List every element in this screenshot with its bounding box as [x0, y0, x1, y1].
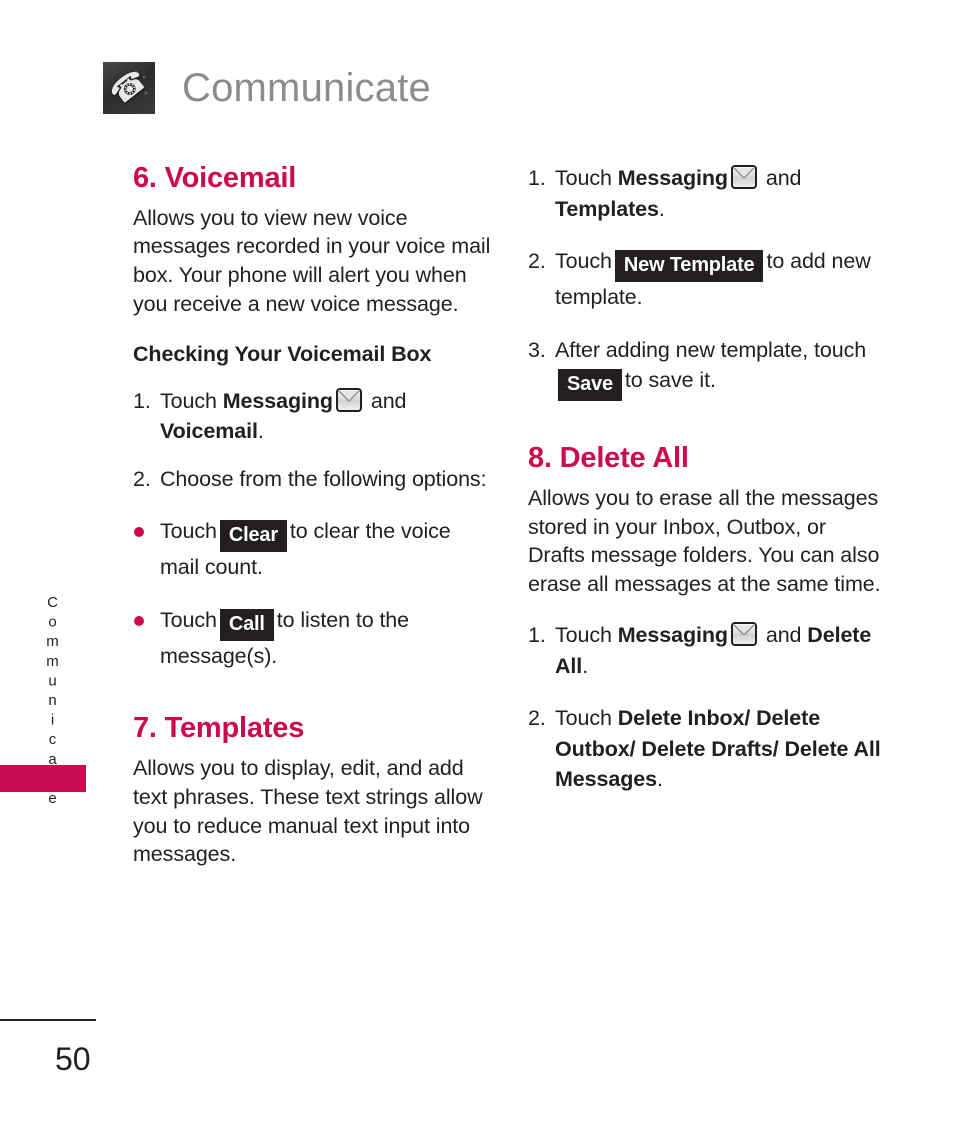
bullet-text-pre: Touch — [160, 519, 217, 544]
list-marker: 2. — [528, 706, 546, 731]
new-template-button[interactable]: New Template — [614, 250, 764, 283]
step-text-mid: and — [364, 388, 407, 413]
list-item: 2. Touch Delete Inbox/ Delete Outbox/ De… — [528, 703, 888, 795]
section-heading-templates: 7. Templates — [133, 712, 305, 745]
list-marker: 2. — [528, 249, 546, 274]
list-item-content: Touch Clear to clear the voice mail count. — [160, 516, 493, 583]
list-item-content: Touch Call to listen to the message(s). — [160, 605, 493, 672]
page-header: ☎ Communicate — [103, 62, 431, 114]
list-item: 1. Touch Messaging and Delete All. — [528, 620, 888, 681]
list-item-content: After adding new template, touch Save to s… — [555, 335, 888, 402]
list-item-content: Choose from the following options: — [160, 466, 487, 491]
envelope-icon — [730, 165, 757, 189]
phone-handset-icon: ☎ — [103, 62, 155, 114]
delete-all-intro-paragraph: Allows you to erase all the messages sto… — [528, 485, 881, 596]
step-text-mid: and — [759, 623, 808, 648]
section-heading-delete-all: 8. Delete All — [528, 442, 689, 475]
right-column: 1. Touch Messaging and Templates. 2. Tou… — [528, 163, 888, 795]
page-title: Communicate — [182, 66, 431, 110]
section-heading-voicemail: 6. Voicemail — [133, 162, 297, 194]
bullet-dot-icon — [134, 527, 144, 538]
step-text-pre: Touch — [555, 166, 618, 190]
list-marker: 3. — [528, 337, 546, 362]
step-bold-messaging: Messaging — [222, 388, 333, 413]
step-text-pre: Touch — [160, 388, 223, 413]
step-text-pre: Touch — [555, 249, 612, 274]
step-text-pre: After adding new template, touch — [555, 337, 867, 362]
step-text-pre: Touch — [555, 706, 618, 731]
list-item-content: Touch New Template to add new template. — [555, 246, 888, 313]
list-item-content: Touch Messaging and Templates. — [555, 163, 888, 224]
list-item: 2. Choose from the following options: — [133, 464, 493, 495]
envelope-icon — [730, 622, 757, 647]
bullet-text-pre: Touch — [160, 607, 217, 632]
clear-button[interactable]: Clear — [219, 520, 287, 553]
step-text-post: to save it. — [624, 368, 716, 393]
list-marker: 1. — [528, 166, 546, 190]
step-text-pre: Touch — [555, 623, 618, 648]
step-text-post: . — [257, 419, 264, 444]
bullet-marker — [133, 516, 160, 583]
step-bold-messaging: Messaging — [617, 623, 728, 648]
left-column: 6. Voicemail Allows you to view new voic… — [133, 162, 493, 869]
footer-divider — [0, 1019, 96, 1021]
list-item: Touch Call to listen to the message(s). — [133, 605, 493, 672]
list-item: 1. Touch Messaging and Templates. — [528, 163, 888, 224]
list-item-content: Touch Messaging and Delete All. — [555, 620, 888, 681]
envelope-icon — [335, 387, 362, 412]
templates-intro-paragraph: Allows you to display, edit, and add tex… — [133, 756, 483, 867]
step-bold-templates: Templates — [555, 196, 659, 221]
list-marker: 1. — [528, 623, 546, 648]
step-text-post: . — [658, 196, 665, 221]
side-tab-marker — [0, 765, 86, 792]
bullet-marker — [133, 605, 160, 672]
voicemail-intro-paragraph: Allows you to view new voice messages re… — [133, 205, 491, 316]
list-marker: 1. — [133, 388, 151, 413]
icon-texture — [133, 69, 149, 99]
list-item: 3. After adding new template, touch Save t… — [528, 335, 888, 402]
list-item: Touch Clear to clear the voice mail count. — [133, 516, 493, 583]
call-button[interactable]: Call — [219, 608, 274, 641]
step-text-post: . — [582, 653, 589, 678]
step-bold-voicemail: Voicemail — [160, 419, 258, 444]
step-bold-messaging: Messaging — [617, 166, 728, 190]
bullet-dot-icon — [134, 615, 144, 626]
list-item: 1. Touch Messaging and Voicemail. — [133, 386, 493, 447]
list-item-content: Touch Delete Inbox/ Delete Outbox/ Delet… — [555, 703, 888, 795]
sub-heading-checking-voicemail-box: Checking Your Voicemail Box — [133, 342, 432, 367]
step-text-mid: and — [759, 166, 802, 190]
step-text-post: . — [657, 767, 663, 792]
save-button[interactable]: Save — [558, 369, 622, 402]
page-number: 50 — [55, 1041, 91, 1077]
list-item-content: Touch Messaging and Voicemail. — [160, 386, 493, 447]
list-item: 2. Touch New Template to add new template. — [528, 246, 888, 313]
list-marker: 2. — [133, 466, 151, 491]
